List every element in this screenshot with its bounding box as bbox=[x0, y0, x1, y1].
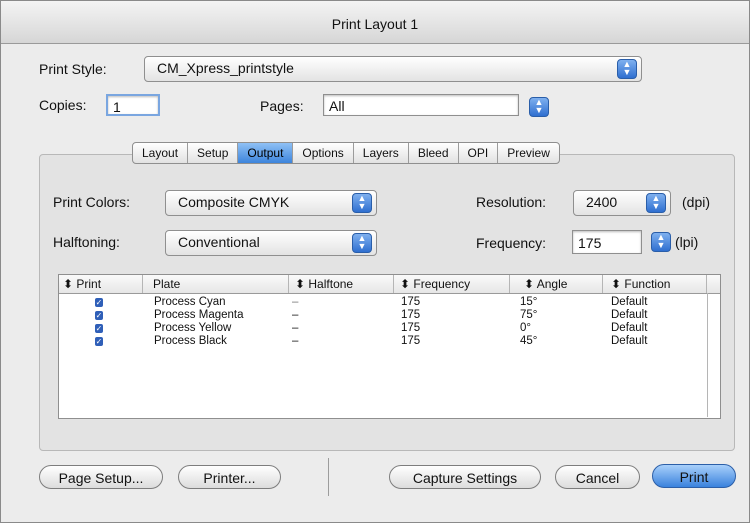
col-angle[interactable]: ⬍ Angle bbox=[510, 275, 603, 293]
col-print[interactable]: ⬍ Print bbox=[59, 275, 143, 293]
chevron-updown-icon: ▲ ▼ bbox=[617, 59, 637, 79]
frequency-value: 175 bbox=[401, 322, 421, 334]
print-style-label: Print Style: bbox=[39, 61, 107, 77]
frequency-field[interactable]: 175 bbox=[572, 230, 642, 254]
plate-name: Process Cyan bbox=[154, 296, 226, 308]
plate-name: Process Magenta bbox=[154, 309, 244, 321]
angle-value: 75° bbox=[520, 309, 538, 321]
halftoning-value: Conventional bbox=[178, 234, 260, 250]
tab-setup[interactable]: Setup bbox=[188, 143, 239, 163]
plate-name: Process Yellow bbox=[154, 322, 232, 334]
copies-field[interactable]: 1 bbox=[106, 94, 160, 116]
chevron-updown-icon: ▲ ▼ bbox=[352, 193, 372, 213]
copies-label: Copies: bbox=[39, 97, 87, 113]
print-checkbox[interactable]: ✓ bbox=[95, 337, 103, 346]
table-row[interactable]: ✓ Process Yellow – 175 0° Default bbox=[59, 322, 720, 335]
resolution-unit: (dpi) bbox=[682, 194, 711, 210]
table-row[interactable]: ✓ Process Magenta – 175 75° Default bbox=[59, 309, 720, 322]
resolution-value: 2400 bbox=[586, 194, 618, 210]
pages-field[interactable]: All bbox=[323, 94, 519, 116]
angle-value: 45° bbox=[520, 335, 538, 347]
table-row[interactable]: ✓ Process Black – 175 45° Default bbox=[59, 335, 720, 348]
tab-layers[interactable]: Layers bbox=[354, 143, 409, 163]
resolution-popup[interactable]: 2400 ▲ ▼ bbox=[573, 190, 671, 216]
printer-button[interactable]: Printer... bbox=[178, 465, 281, 489]
col-function[interactable]: ⬍ Function bbox=[603, 275, 707, 293]
pages-stepper-icon[interactable]: ▲ ▼ bbox=[529, 97, 549, 117]
plate-name: Process Black bbox=[154, 335, 227, 347]
print-colors-value: Composite CMYK bbox=[178, 194, 290, 210]
plates-table: ⬍ Print Plate ⬍ Halftone ⬍ Frequency ⬍ A… bbox=[58, 274, 721, 419]
print-checkbox[interactable]: ✓ bbox=[95, 324, 103, 333]
button-separator bbox=[328, 458, 329, 496]
tab-bleed[interactable]: Bleed bbox=[409, 143, 459, 163]
table-row[interactable]: ✓ Process Cyan – 175 15° Default bbox=[59, 296, 720, 309]
frequency-value: 175 bbox=[401, 309, 421, 321]
halftone-value: – bbox=[292, 296, 299, 308]
function-value: Default bbox=[611, 296, 648, 308]
print-checkbox[interactable]: ✓ bbox=[95, 311, 103, 320]
capture-settings-button[interactable]: Capture Settings bbox=[389, 465, 541, 489]
tab-preview[interactable]: Preview bbox=[498, 143, 559, 163]
frequency-unit: (lpi) bbox=[675, 234, 699, 250]
col-plate[interactable]: Plate bbox=[143, 275, 289, 293]
tab-options[interactable]: Options bbox=[293, 143, 354, 163]
table-header: ⬍ Print Plate ⬍ Halftone ⬍ Frequency ⬍ A… bbox=[59, 275, 720, 294]
function-value: Default bbox=[611, 322, 648, 334]
print-colors-label: Print Colors: bbox=[53, 194, 131, 210]
col-frequency[interactable]: ⬍ Frequency bbox=[394, 275, 510, 293]
tab-output[interactable]: Output bbox=[238, 143, 294, 163]
angle-value: 15° bbox=[520, 296, 538, 308]
halftoning-popup[interactable]: Conventional ▲ ▼ bbox=[165, 230, 377, 256]
page-setup-button[interactable]: Page Setup... bbox=[39, 465, 163, 489]
table-scroll-divider bbox=[707, 293, 708, 417]
chevron-updown-icon: ▲ ▼ bbox=[646, 193, 666, 213]
tab-bar: Layout Setup Output Options Layers Bleed… bbox=[132, 142, 560, 164]
frequency-value: 175 bbox=[401, 296, 421, 308]
col-halftone[interactable]: ⬍ Halftone bbox=[289, 275, 394, 293]
angle-value: 0° bbox=[520, 322, 531, 334]
tab-opi[interactable]: OPI bbox=[459, 143, 499, 163]
frequency-value: 175 bbox=[401, 335, 421, 347]
tab-layout[interactable]: Layout bbox=[133, 143, 189, 163]
function-value: Default bbox=[611, 335, 648, 347]
print-checkbox[interactable]: ✓ bbox=[95, 298, 103, 307]
print-style-popup[interactable]: CM_Xpress_printstyle ▲ ▼ bbox=[144, 56, 642, 82]
print-colors-popup[interactable]: Composite CMYK ▲ ▼ bbox=[165, 190, 377, 216]
chevron-updown-icon: ▲ ▼ bbox=[352, 233, 372, 253]
function-value: Default bbox=[611, 309, 648, 321]
print-dialog: Print Layout 1 Print Style: CM_Xpress_pr… bbox=[0, 0, 750, 523]
resolution-label: Resolution: bbox=[476, 194, 547, 210]
halftone-value: – bbox=[292, 335, 299, 347]
window-title: Print Layout 1 bbox=[1, 1, 749, 44]
print-style-value: CM_Xpress_printstyle bbox=[157, 60, 294, 76]
frequency-label: Frequency: bbox=[476, 235, 547, 251]
halftone-value: – bbox=[292, 309, 299, 321]
halftoning-label: Halftoning: bbox=[53, 234, 120, 250]
print-button[interactable]: Print bbox=[652, 464, 736, 488]
pages-label: Pages: bbox=[260, 98, 304, 114]
cancel-button[interactable]: Cancel bbox=[555, 465, 640, 489]
frequency-stepper-icon[interactable]: ▲ ▼ bbox=[651, 232, 671, 252]
halftone-value: – bbox=[292, 322, 299, 334]
